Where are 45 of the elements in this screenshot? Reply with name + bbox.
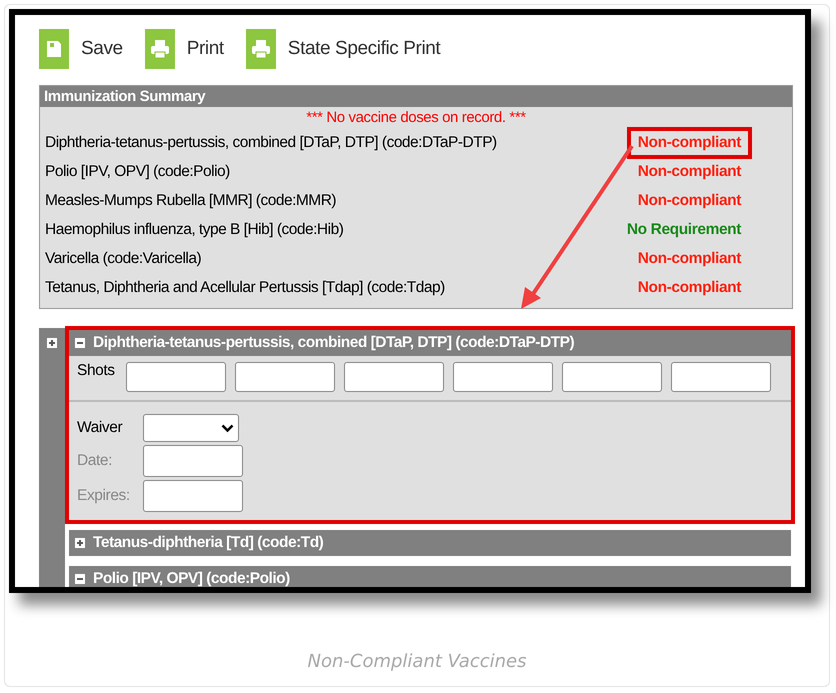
collapse-icon[interactable] bbox=[75, 574, 85, 584]
vaccine-name: Diphtheria-tetanus-pertussis, combined [DTaP, DTP] (code:DTaP-DTP) bbox=[45, 134, 497, 152]
vaccine-name: Measles-Mumps Rubella [MMR] (code:MMR) bbox=[45, 192, 336, 210]
shot-date-field[interactable] bbox=[562, 362, 662, 392]
date-label: Date: bbox=[77, 452, 114, 470]
toolbar-button[interactable]: State Specific Print bbox=[246, 29, 440, 69]
print-icon bbox=[150, 39, 170, 59]
compliance-status: Non-compliant bbox=[636, 190, 742, 210]
section-header[interactable]: Polio [IPV, OPV] (code:Polio) bbox=[69, 566, 791, 587]
compliance-status: Non-compliant bbox=[636, 162, 742, 182]
vaccine-name: Tetanus, Diphtheria and Acellular Pertussis [Tdap] (code:Tdap) bbox=[45, 278, 445, 296]
expand-icon[interactable] bbox=[75, 538, 85, 548]
section-header[interactable]: Tetanus-diphtheria [Td] (code:Td) bbox=[69, 530, 791, 556]
compliance-status: No Requirement bbox=[626, 220, 742, 240]
chevron-down-icon bbox=[221, 424, 234, 432]
compliance-status: Non-compliant bbox=[636, 248, 742, 268]
vaccine-name: Varicella (code:Varicella) bbox=[45, 250, 202, 268]
toolbar-button[interactable]: Print bbox=[144, 29, 224, 69]
expires-label: Expires: bbox=[77, 487, 131, 505]
date-field[interactable] bbox=[143, 445, 243, 477]
collapse-icon[interactable] bbox=[75, 338, 85, 348]
waiver-dropdown[interactable] bbox=[143, 414, 239, 442]
vaccine-name: Haemophilus influenza, type B [Hib] (code:Hib) bbox=[45, 220, 344, 238]
section-title: Polio [IPV, OPV] (code:Polio) bbox=[93, 570, 290, 587]
section-header[interactable]: Diphtheria-tetanus-pertussis, combined [DTaP, DTP] (code:DTaP-DTP) bbox=[69, 330, 791, 356]
shot-date-field[interactable] bbox=[344, 362, 444, 392]
section-title: Tetanus-diphtheria [Td] (code:Td) bbox=[93, 534, 324, 552]
compliance-status: Non-compliant bbox=[626, 126, 752, 158]
shots-label: Shots bbox=[77, 362, 115, 380]
section-title: Diphtheria-tetanus-pertussis, combined [DTaP, DTP] (code:DTaP-DTP) bbox=[93, 334, 574, 352]
expand-icon[interactable] bbox=[47, 338, 57, 348]
expires-field[interactable] bbox=[143, 480, 243, 512]
shot-date-field[interactable] bbox=[670, 362, 771, 392]
panel-header: Immunization Summary bbox=[40, 86, 792, 107]
print-icon bbox=[250, 39, 271, 59]
no-doses-message: *** No vaccine doses on record. *** bbox=[305, 108, 527, 128]
save-icon bbox=[47, 41, 61, 57]
vaccine-name: Polio [IPV, OPV] (code:Polio) bbox=[45, 162, 230, 180]
compliance-status: Non-compliant bbox=[636, 278, 742, 298]
shot-date-field[interactable] bbox=[126, 362, 226, 392]
figure-caption: Non-Compliant Vaccines bbox=[306, 651, 528, 672]
shot-date-field[interactable] bbox=[234, 362, 335, 392]
toolbar-button[interactable]: Save bbox=[39, 29, 123, 69]
waiver-label: Waiver bbox=[77, 419, 124, 437]
shot-date-field[interactable] bbox=[452, 362, 553, 392]
